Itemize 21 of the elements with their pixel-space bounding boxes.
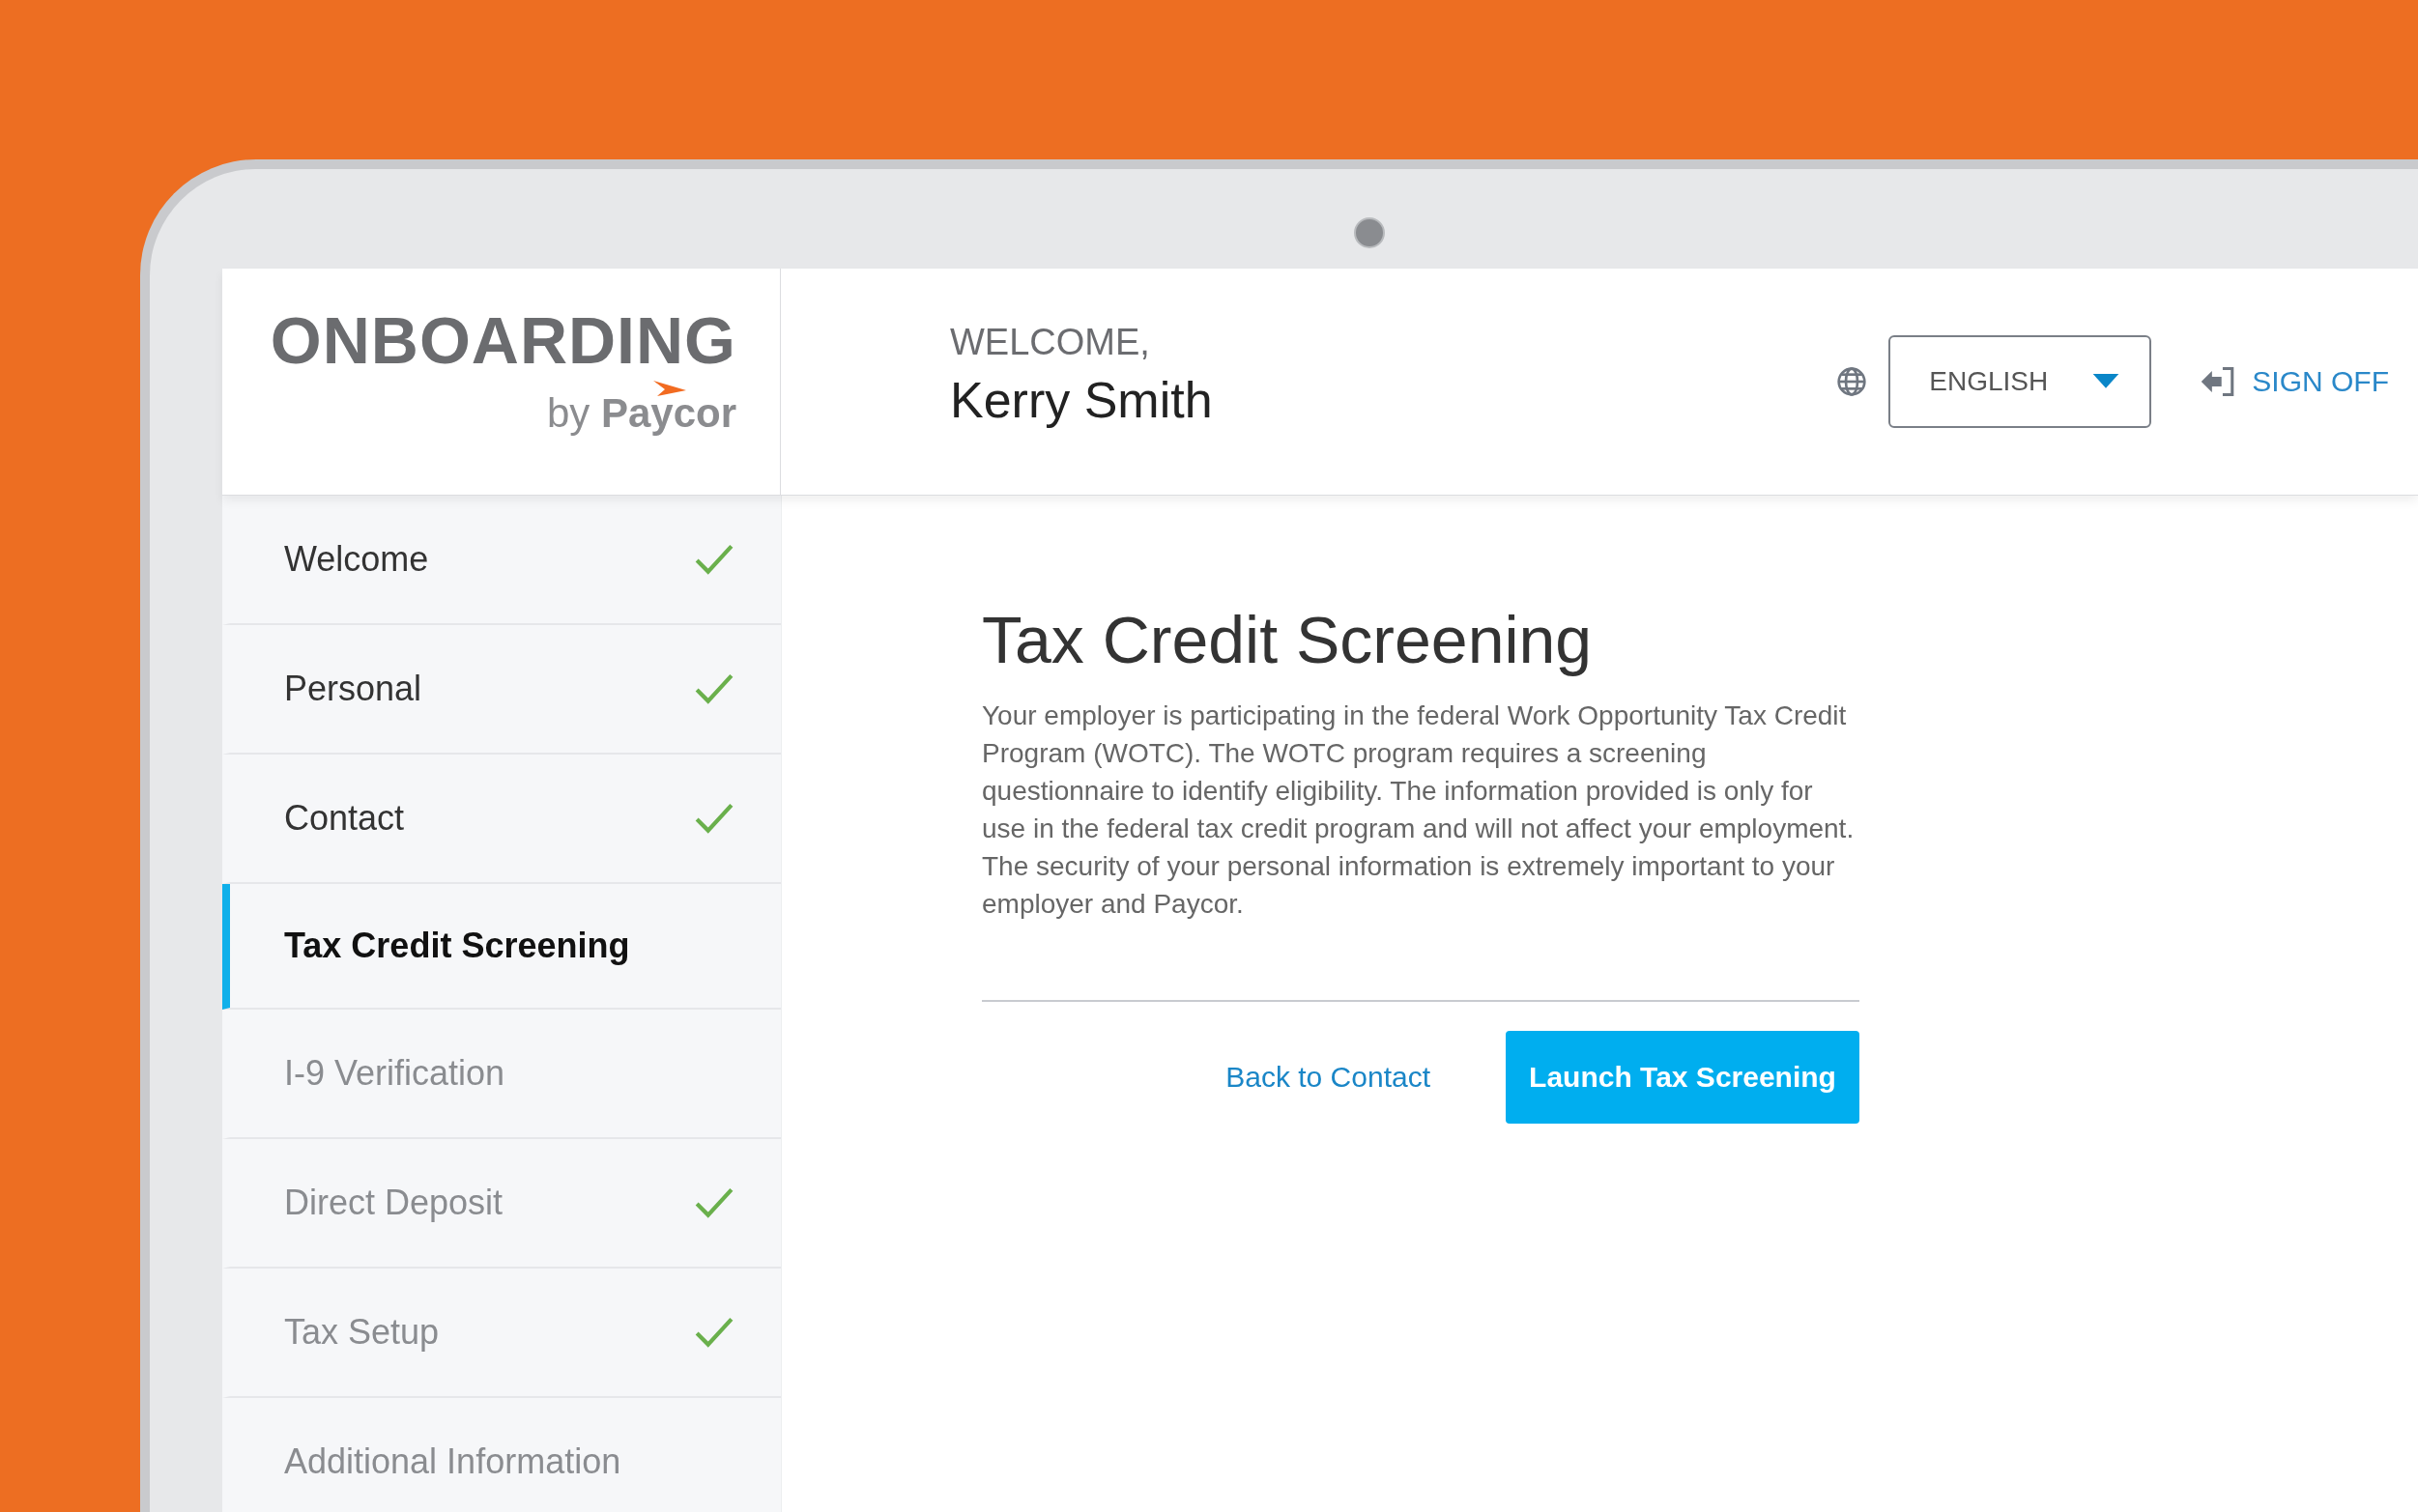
nav-item[interactable]: Direct Deposit [222,1139,781,1269]
nav-item[interactable]: Welcome [222,496,781,625]
nav-item[interactable]: I-9 Verification [222,1010,781,1139]
globe-icon [1836,366,1868,397]
launch-button[interactable]: Launch Tax Screening [1506,1031,1859,1124]
sign-off-button[interactable]: SIGN OFF [2200,365,2389,398]
nav-item[interactable]: Personal [222,625,781,755]
nav-item[interactable]: Tax Credit Screening [222,884,781,1010]
user-name: Kerry Smith [950,371,1214,429]
language-dropdown[interactable]: ENGLISH [1888,335,2152,428]
camera-icon [1354,217,1385,248]
nav-item[interactable]: Tax Setup [222,1269,781,1398]
back-link[interactable]: Back to Contact [1225,1061,1430,1094]
nav-item[interactable]: Contact [222,755,781,884]
description-text: Your employer is participating in the federal Work Opportunity Tax Credit Program (WOTC). The WOTC program requires a screening questionnaire to identify eligibility. The information provided is only for use in the federal tax credit program and will not affect your employment. The security of your personal information is extremely important to your employer and Paycor. [982,699,1856,921]
page-title: Tax Credit Screening [982,602,1594,677]
logo-title: ONBOARDING [270,307,736,373]
caret-icon [2091,374,2121,389]
nav-item[interactable]: Additional Information [222,1398,781,1512]
logo-byline: by Paycor [546,390,736,436]
greeting: WELCOME, [950,322,1151,363]
